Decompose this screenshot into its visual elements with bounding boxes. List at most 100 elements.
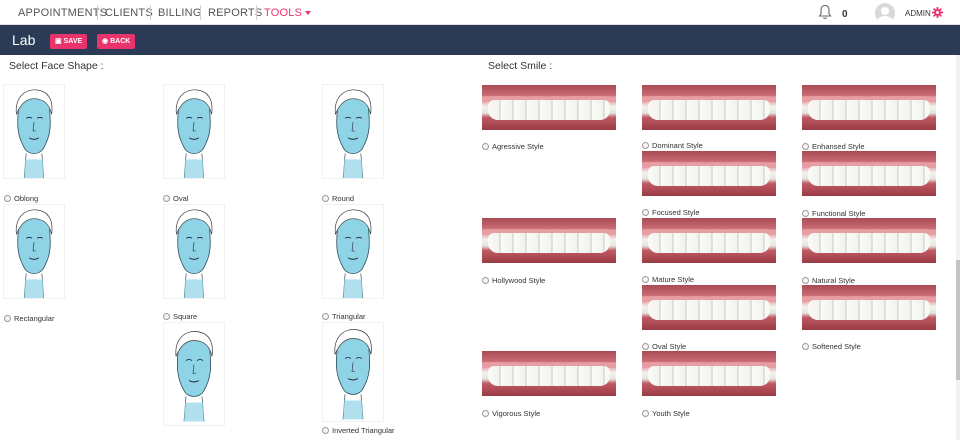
top-navigation: APPOINTMENTS CLIENTS BILLING REPORTS TOO… (0, 0, 960, 25)
smile-image-softened[interactable] (802, 285, 936, 330)
save-button-label: SAVE (63, 38, 83, 45)
radio-button[interactable] (322, 426, 329, 434)
face-image-inverted-triangular[interactable] (322, 322, 384, 422)
smile-option-label: Oval Style (652, 342, 687, 351)
smile-option-label: Natural Style (812, 276, 855, 285)
smile-option[interactable]: Focused Style (642, 208, 700, 217)
smile-image-youth[interactable] (642, 351, 776, 396)
smile-image-enhansed[interactable] (802, 85, 936, 130)
smile-option-label: Functional Style (812, 209, 866, 218)
face-option[interactable]: Triangular (322, 312, 366, 321)
face-image-triangular[interactable] (322, 204, 384, 299)
radio-button[interactable] (802, 276, 809, 284)
face-image-oval[interactable] (163, 84, 225, 179)
smile-option[interactable]: Enhansed Style (802, 142, 865, 151)
nav-tools-label: TOOLS (264, 7, 303, 19)
caret-down-icon (305, 11, 312, 16)
radio-button[interactable] (642, 141, 649, 149)
scrollbar-thumb[interactable] (956, 260, 960, 380)
nav-tools-dropdown[interactable]: TOOLS (264, 7, 312, 19)
smile-image-agressive[interactable] (482, 85, 616, 130)
face-option-label: Oblong (14, 194, 39, 203)
face-image-round[interactable] (322, 84, 384, 179)
face-option[interactable]: Oblong (4, 194, 38, 203)
radio-button[interactable] (802, 142, 809, 150)
gear-icon[interactable] (932, 7, 943, 18)
face-option[interactable]: Oval (163, 194, 188, 203)
save-button[interactable]: ▣ SAVE (50, 34, 88, 49)
nav-divider (97, 5, 98, 20)
user-menu-label[interactable]: ADMIN (905, 9, 931, 18)
smile-option-label: Agressive Style (492, 142, 544, 151)
page-scrollbar[interactable] (956, 55, 960, 440)
smile-option[interactable]: Mature Style (642, 275, 694, 284)
face-image-unlabeled[interactable] (163, 322, 225, 426)
smile-option-label: Softened Style (812, 342, 861, 351)
radio-button[interactable] (802, 342, 809, 350)
smile-option-label: Enhansed Style (812, 142, 865, 151)
back-button[interactable]: ◉ BACK (97, 34, 136, 49)
radio-button[interactable] (4, 314, 11, 322)
radio-button[interactable] (482, 276, 489, 284)
smile-option-label: Focused Style (652, 208, 700, 217)
page-header: Lab ▣ SAVE ◉ BACK (0, 25, 960, 55)
back-button-label: BACK (110, 38, 131, 45)
smile-option[interactable]: Hollywood Style (482, 276, 545, 285)
smile-image-vigorous[interactable] (482, 351, 616, 396)
face-option-label: Triangular (332, 312, 366, 321)
radio-button[interactable] (482, 409, 489, 417)
smile-image-functional[interactable] (802, 151, 936, 196)
nav-billing[interactable]: BILLING (158, 7, 202, 19)
face-option[interactable]: Square (163, 312, 197, 321)
face-image-rectangular[interactable] (3, 204, 65, 299)
radio-button[interactable] (163, 194, 170, 202)
smile-option[interactable]: Natural Style (802, 276, 855, 285)
face-option[interactable]: Inverted Triangular (322, 426, 395, 435)
face-image-square[interactable] (163, 204, 225, 299)
smile-option[interactable]: Oval Style (642, 342, 686, 351)
smile-option-label: Mature Style (652, 275, 695, 284)
face-option[interactable]: Rectangular (4, 314, 54, 323)
smile-option[interactable]: Youth Style (642, 409, 690, 418)
notification-count: 0 (842, 9, 848, 20)
face-shape-heading: Select Face Shape : (9, 60, 104, 72)
smile-heading: Select Smile : (488, 60, 553, 72)
face-option[interactable]: Round (322, 194, 354, 203)
smile-option[interactable]: Softened Style (802, 342, 861, 351)
smile-image-oval[interactable] (642, 285, 776, 330)
radio-button[interactable] (642, 409, 649, 417)
save-icon: ▣ (55, 38, 62, 45)
bell-icon[interactable] (818, 4, 832, 20)
face-option-label: Rectangular (14, 314, 55, 323)
radio-button[interactable] (802, 209, 809, 217)
smile-option[interactable]: Functional Style (802, 209, 865, 218)
smile-option-label: Hollywood Style (492, 276, 546, 285)
radio-button[interactable] (163, 312, 170, 320)
face-option-label: Oval (173, 194, 189, 203)
face-option-label: Square (173, 312, 198, 321)
face-image-oblong[interactable] (3, 84, 65, 179)
smile-option[interactable]: Dominant Style (642, 141, 703, 150)
nav-reports[interactable]: REPORTS (208, 7, 262, 19)
smile-option[interactable]: Agressive Style (482, 142, 544, 151)
face-option-label: Round (332, 194, 355, 203)
smile-image-natural[interactable] (802, 218, 936, 263)
smile-image-hollywood[interactable] (482, 218, 616, 263)
nav-clients[interactable]: CLIENTS (105, 7, 153, 19)
radio-button[interactable] (642, 208, 649, 216)
smile-image-dominant[interactable] (642, 85, 776, 130)
smile-option[interactable]: Vigorous Style (482, 409, 540, 418)
radio-button[interactable] (642, 342, 649, 350)
nav-appointments[interactable]: APPOINTMENTS (18, 7, 107, 19)
page-title: Lab (12, 32, 36, 48)
nav-divider (256, 5, 257, 20)
radio-button[interactable] (322, 312, 329, 320)
smile-image-mature[interactable] (642, 218, 776, 263)
nav-divider (200, 5, 201, 20)
smile-image-focused[interactable] (642, 151, 776, 196)
radio-button[interactable] (482, 142, 489, 150)
radio-button[interactable] (322, 194, 329, 202)
radio-button[interactable] (642, 275, 649, 283)
avatar[interactable] (875, 3, 895, 23)
radio-button[interactable] (4, 194, 11, 202)
